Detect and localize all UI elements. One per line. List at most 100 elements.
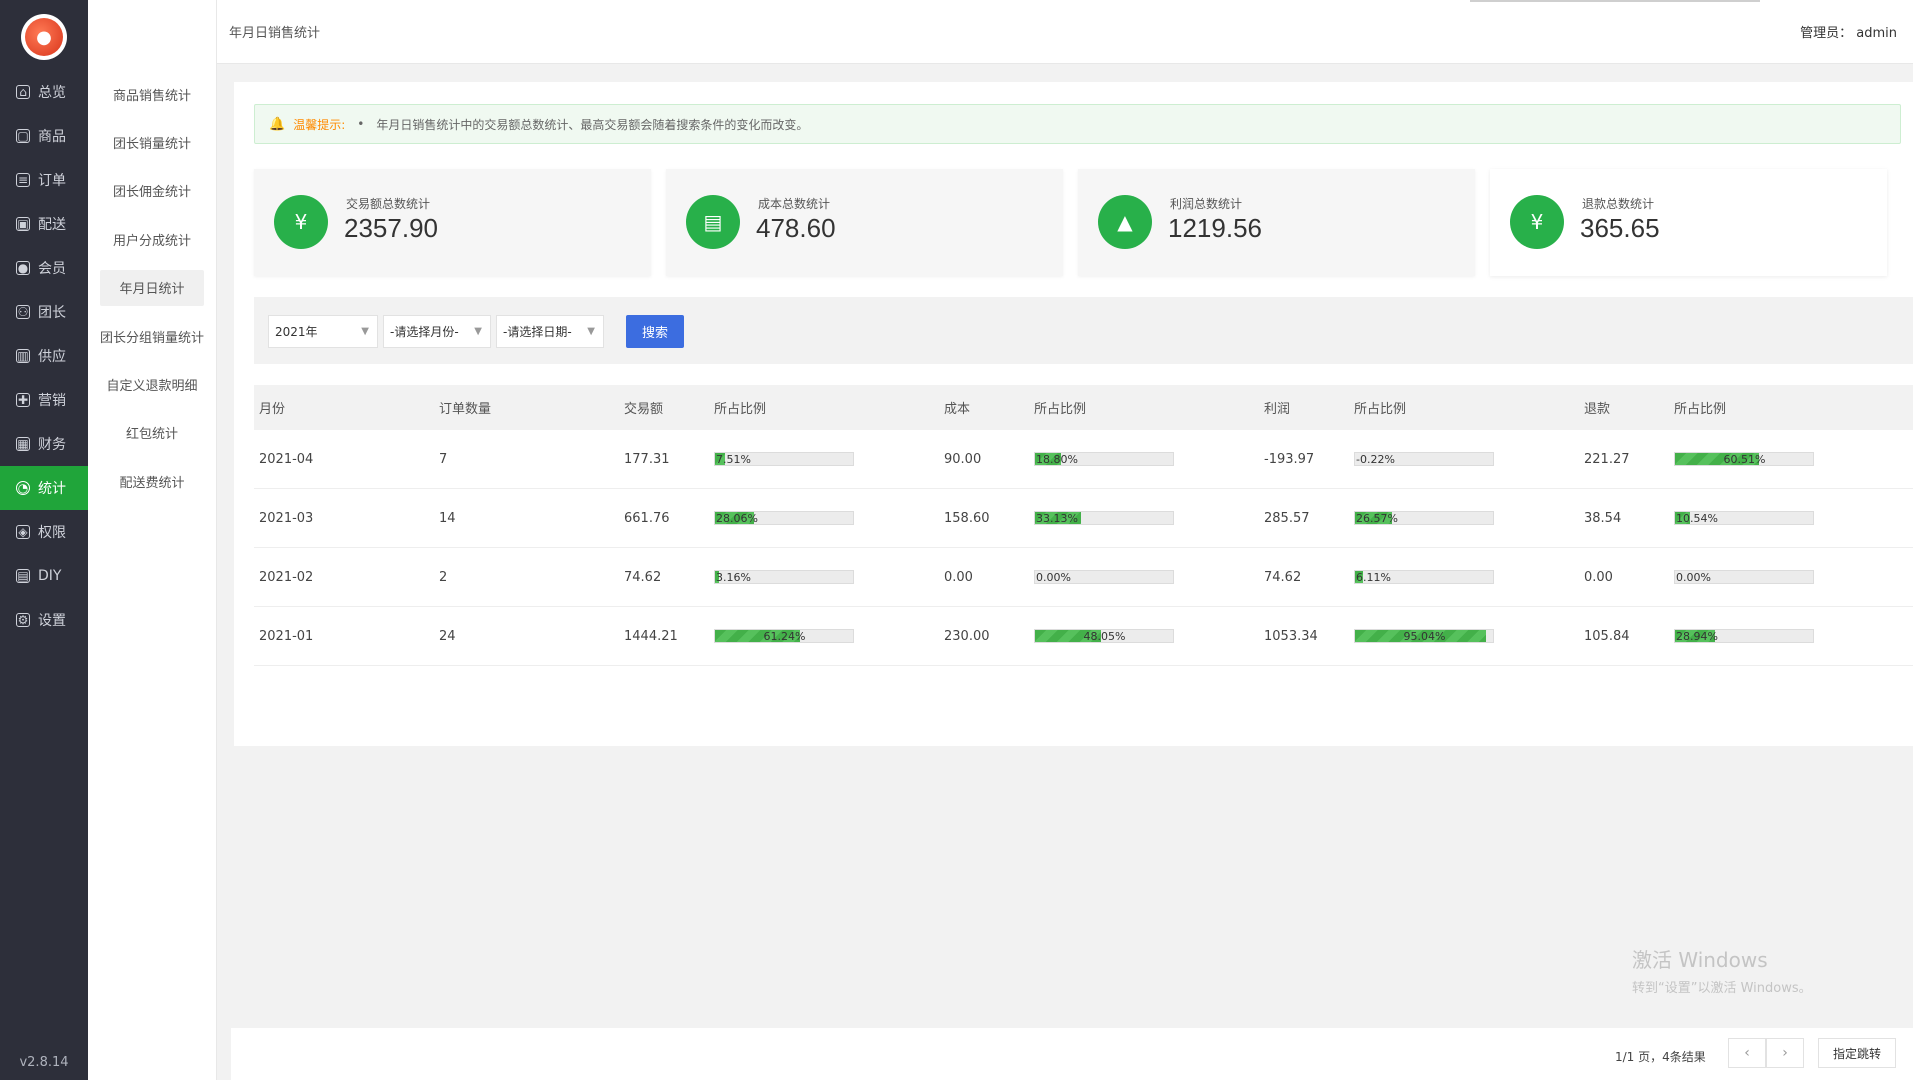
delivery-icon: ▣ bbox=[16, 217, 30, 231]
stat-value: 478.60 bbox=[756, 213, 836, 243]
nav-item[interactable]: ≡ 订单 bbox=[0, 158, 88, 202]
table-cell: 38.54 bbox=[1584, 510, 1622, 526]
nav-item[interactable]: ⌂ 总览 bbox=[0, 70, 88, 114]
filter-bar: 2021年 ▼ -请选择月份- ▼ -请选择日期- ▼ 搜索 bbox=[254, 297, 1913, 364]
table-cell: 74.62 bbox=[1264, 569, 1302, 585]
progress-label: 0.00% bbox=[1676, 570, 1711, 584]
nav-item[interactable]: ◈ 权限 bbox=[0, 510, 88, 554]
admin-user[interactable]: 管理员： admin bbox=[1800, 22, 1897, 41]
nav-item[interactable]: ▦ 财务 bbox=[0, 422, 88, 466]
chevron-down-icon: ▼ bbox=[587, 326, 595, 337]
gear-icon: ⚙ bbox=[16, 613, 30, 627]
nav-item[interactable]: ▢ 商品 bbox=[0, 114, 88, 158]
nav-item-label: 供应 bbox=[38, 349, 66, 365]
progress-label: 28.06% bbox=[716, 511, 758, 525]
nav-item[interactable]: ▣ 配送 bbox=[0, 202, 88, 246]
table-cell: 2021-04 bbox=[259, 451, 314, 467]
subnav-item[interactable]: 团长销量统计 bbox=[100, 124, 204, 160]
table-row: 2021-04 7 177.31 7.51% 90.00 18.80% -193.97 -0.… bbox=[254, 430, 1913, 489]
subnav-item[interactable]: 红包统计 bbox=[100, 415, 204, 451]
nav-item[interactable]: ▥ 供应 bbox=[0, 334, 88, 378]
progress-bar: 6.11% bbox=[1354, 570, 1494, 584]
tip-label: 温馨提示: bbox=[293, 117, 346, 132]
box-icon: ▢ bbox=[16, 129, 30, 143]
chevron-down-icon: ▼ bbox=[474, 326, 482, 337]
month-select[interactable]: -请选择月份- ▼ bbox=[383, 315, 491, 348]
table-cell: 2021-02 bbox=[259, 569, 314, 585]
stat-card-refund: ¥ 退款总数统计 365.65 bbox=[1490, 169, 1887, 276]
percentage-cell: 3.16% bbox=[714, 548, 854, 606]
year-select-value: 2021年 bbox=[275, 325, 318, 339]
order-icon: ≡ bbox=[16, 173, 30, 187]
nav-item[interactable]: ⚙ 设置 bbox=[0, 598, 88, 642]
subnav-item[interactable]: 用户分成统计 bbox=[100, 221, 204, 257]
table-cell: 2021-01 bbox=[259, 628, 314, 644]
table-cell: 221.27 bbox=[1584, 451, 1630, 467]
table-cell: 158.60 bbox=[944, 510, 990, 526]
percentage-cell: 48.05% bbox=[1034, 607, 1174, 665]
day-select[interactable]: -请选择日期- ▼ bbox=[496, 315, 604, 348]
stat-title: 交易额总数统计 bbox=[346, 197, 431, 211]
tip-banner: 🔔 温馨提示: • 年月日销售统计中的交易额总数统计、最高交易额会随着搜索条件的… bbox=[254, 104, 1901, 144]
main-nav: ⌂ 总览 ▢ 商品 ≡ 订单 ▣ 配送 ● 会员 ⚇ 团长 ▥ 供应 ✚ 营销 ▦ 财务 ◔ 统计 ◈ 权限 ▤ DIY ⚙ 设置 bbox=[0, 70, 88, 642]
nav-item[interactable]: ▤ DIY bbox=[0, 554, 88, 598]
jump-page-button[interactable]: 指定跳转 bbox=[1818, 1038, 1896, 1068]
page-info: 1/1 页，4条结果 bbox=[1615, 1050, 1706, 1064]
tip-text: 年月日销售统计中的交易额总数统计、最高交易额会随着搜索条件的变化而改变。 bbox=[376, 117, 809, 132]
year-select[interactable]: 2021年 ▼ bbox=[268, 315, 378, 348]
pie-icon: ◔ bbox=[16, 481, 30, 495]
progress-label: 7.51% bbox=[716, 452, 751, 466]
progress-label: 6.11% bbox=[1356, 570, 1391, 584]
nav-item[interactable]: ⚇ 团长 bbox=[0, 290, 88, 334]
progress-label: 10.54% bbox=[1676, 511, 1718, 525]
percentage-cell: 26.57% bbox=[1354, 489, 1494, 547]
apple-logo-icon: ● bbox=[25, 18, 63, 56]
progress-bar: 3.16% bbox=[714, 570, 854, 584]
app-logo[interactable]: ● bbox=[21, 14, 67, 60]
next-page-button[interactable]: › bbox=[1766, 1038, 1804, 1068]
nav-item-label: 会员 bbox=[38, 261, 66, 277]
column-header: 所占比例 bbox=[1674, 402, 1727, 417]
nav-item-label: 商品 bbox=[38, 129, 66, 145]
subnav-item[interactable]: 商品销售统计 bbox=[100, 76, 204, 112]
stat-card-amount: ¥ 交易额总数统计 2357.90 bbox=[254, 169, 651, 276]
chevron-down-icon: ▼ bbox=[361, 326, 369, 337]
subnav-item[interactable]: 配送费统计 bbox=[100, 463, 204, 499]
stats-table: 月份 订单数量 交易额 所占比例 成本 所占比例 利润 所占比例 退款 所占比例 2021-04 7… bbox=[254, 385, 1913, 666]
nav-item[interactable]: ● 会员 bbox=[0, 246, 88, 290]
table-header: 月份 订单数量 交易额 所占比例 成本 所占比例 利润 所占比例 退款 所占比例 bbox=[254, 385, 1913, 430]
progress-bar: 95.04% bbox=[1354, 629, 1494, 643]
percentage-cell: 61.24% bbox=[714, 607, 854, 665]
column-header: 所占比例 bbox=[714, 402, 767, 417]
search-button[interactable]: 搜索 bbox=[626, 315, 684, 348]
nav-item[interactable]: ✚ 营销 bbox=[0, 378, 88, 422]
table-cell: 7 bbox=[439, 451, 448, 467]
stat-title: 退款总数统计 bbox=[1582, 197, 1655, 211]
subnav-item[interactable]: 年月日统计 bbox=[100, 269, 204, 306]
windows-activation-watermark: 激活 Windows 转到“设置”以激活 Windows。 bbox=[1632, 944, 1812, 996]
progress-bar: 61.24% bbox=[714, 629, 854, 643]
progress-label: 3.16% bbox=[716, 570, 751, 584]
refund-icon: ¥ bbox=[1510, 195, 1564, 249]
month-select-value: -请选择月份- bbox=[390, 325, 459, 339]
percentage-cell: 0.00% bbox=[1034, 548, 1174, 606]
prev-page-button[interactable]: ‹ bbox=[1728, 1038, 1766, 1068]
main-sidebar: ● ⌂ 总览 ▢ 商品 ≡ 订单 ▣ 配送 ● 会员 ⚇ 团长 ▥ 供应 ✚ 营销 ▦ 财务 ◔ 统计 ◈ 权限 ▤ DIY ⚙… bbox=[0, 0, 88, 1080]
nav-item[interactable]: ◔ 统计 bbox=[0, 466, 88, 510]
yuan-shield-icon: ¥ bbox=[274, 195, 328, 249]
table-cell: 105.84 bbox=[1584, 628, 1630, 644]
stat-title: 成本总数统计 bbox=[758, 197, 831, 211]
table-cell: 2021-03 bbox=[259, 510, 314, 526]
watermark-line1: 激活 Windows bbox=[1632, 948, 1768, 972]
subnav-item[interactable]: 团长佣金统计 bbox=[100, 173, 204, 209]
column-header: 所占比例 bbox=[1034, 402, 1087, 417]
table-row: 2021-02 2 74.62 3.16% 0.00 0.00% 74.62 6.11% 0.0… bbox=[254, 548, 1913, 607]
progress-bar: 28.06% bbox=[714, 511, 854, 525]
percentage-cell: 28.06% bbox=[714, 489, 854, 547]
day-select-value: -请选择日期- bbox=[503, 325, 572, 339]
nav-item-label: 统计 bbox=[38, 481, 66, 497]
layout-icon: ▤ bbox=[16, 569, 30, 583]
table-cell: 230.00 bbox=[944, 628, 990, 644]
subnav-item[interactable]: 团长分组销量统计 bbox=[100, 318, 204, 354]
subnav-item[interactable]: 自定义退款明细 bbox=[100, 366, 204, 402]
